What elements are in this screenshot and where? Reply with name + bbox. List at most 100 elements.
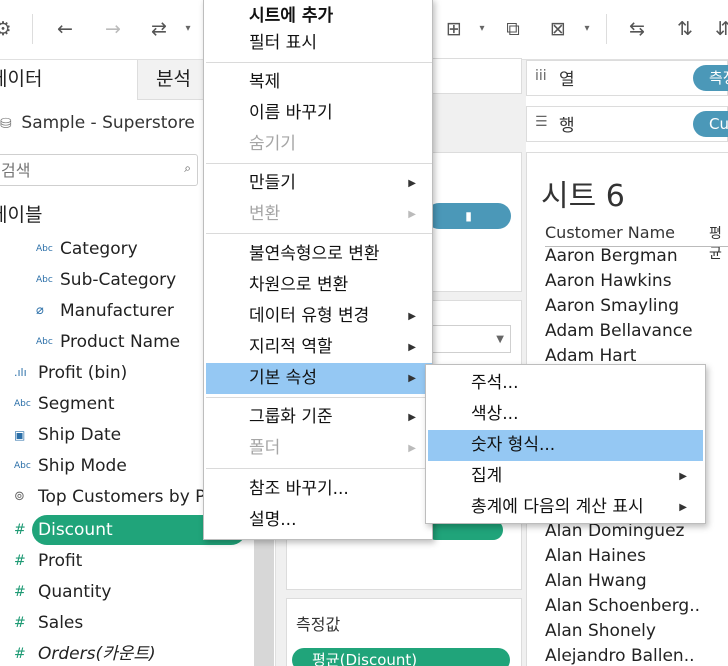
rows-shelf-label: 행	[559, 116, 575, 136]
replay-icon[interactable]: ⇄	[146, 16, 172, 42]
field-profit-bin[interactable]: .ılı Profit (bin)	[14, 359, 127, 387]
replay-dropdown-icon[interactable]: ▾	[182, 16, 194, 42]
menu-item-group-by[interactable]: 그룹화 기준 ▶	[206, 402, 432, 433]
rows-pill[interactable]: Customer Name	[693, 111, 728, 137]
field-profit[interactable]: # Profit	[14, 547, 82, 575]
sort-descending-icon[interactable]: ⇵	[710, 16, 728, 42]
field-category[interactable]: Abc Category	[36, 235, 138, 263]
tables-header: 테이블	[0, 204, 43, 226]
submenu-item-aggregation[interactable]: 집계 ▶	[428, 461, 703, 492]
number-icon: #	[14, 553, 26, 569]
string-icon: Abc	[36, 337, 53, 347]
string-icon: Abc	[14, 461, 31, 471]
number-icon: #	[14, 615, 26, 631]
calendar-icon: ▣	[14, 428, 26, 442]
table-row[interactable]: Aaron Smayling	[545, 294, 679, 319]
menu-item-convert-discrete[interactable]: 불연속형으로 변환	[206, 239, 432, 270]
search-icon: ⌕	[184, 161, 191, 175]
table-row[interactable]: Alan Shonely	[545, 619, 656, 644]
submenu-arrow-icon: ▶	[408, 209, 416, 220]
toolbar-separator	[32, 14, 33, 44]
sort-ascending-icon[interactable]: ⇅	[672, 16, 698, 42]
menu-separator	[206, 62, 432, 63]
submenu-arrow-icon: ▶	[408, 178, 416, 189]
datasource-item[interactable]: ⛁ Sample - Superstore	[0, 108, 195, 138]
menu-item-geographic-role[interactable]: 지리적 역할 ▶	[206, 332, 432, 363]
column-header-customer-name[interactable]: Customer Name	[545, 223, 675, 242]
number-icon: #	[14, 584, 26, 600]
search-field[interactable]: ⌕	[0, 154, 198, 186]
column-header-average[interactable]: 평균	[709, 223, 728, 263]
database-icon: ⛁	[0, 116, 12, 132]
measure-pill-avg-discount[interactable]: 평균(Discount)	[292, 648, 510, 666]
table-row[interactable]: Aaron Hawkins	[545, 269, 672, 294]
mark-type-dropdown[interactable]: ▼	[426, 325, 511, 353]
menu-separator	[206, 468, 432, 469]
chevron-down-icon: ▼	[496, 334, 504, 345]
menu-item-default-properties[interactable]: 기본 속성 ▶	[206, 363, 432, 394]
field-orders-count[interactable]: # Orders(카운트)	[14, 640, 156, 666]
columns-pill[interactable]: 측정값	[693, 65, 728, 91]
marks-dropdown-icon[interactable]: ▾	[476, 16, 488, 42]
table-row[interactable]: Adam Bellavance	[545, 319, 693, 344]
field-ship-mode[interactable]: Abc Ship Mode	[14, 452, 127, 480]
string-icon: Abc	[14, 399, 31, 409]
menu-item-transform: 변환 ▶	[206, 199, 432, 230]
field-sub-category[interactable]: Abc Sub-Category	[36, 266, 176, 294]
field-sales[interactable]: # Sales	[14, 609, 83, 637]
submenu-arrow-icon: ▶	[408, 311, 416, 322]
menu-item-show-filter[interactable]: 필터 표시	[206, 28, 432, 59]
menu-item-create[interactable]: 만들기 ▶	[206, 168, 432, 199]
add-marks-icon[interactable]: ⊞	[441, 16, 467, 42]
rows-shelf[interactable]: ☰ 행 Customer Name	[526, 106, 728, 142]
table-row[interactable]: Alan Schoenberg..	[545, 594, 700, 619]
field-product-name[interactable]: Abc Product Name	[36, 328, 180, 356]
field-top-customers[interactable]: ⊚Top Customers by Profit	[14, 483, 204, 511]
submenu-arrow-icon: ▶	[408, 373, 416, 384]
sheet-title: 시트 6	[541, 179, 625, 214]
clear-dropdown-icon[interactable]: ▾	[581, 16, 593, 42]
menu-item-convert-dimension[interactable]: 차원으로 변환	[206, 270, 432, 301]
swap-icon[interactable]: ⇆	[624, 16, 650, 42]
data-pane-scrollbar[interactable]	[254, 536, 274, 666]
submenu-item-color[interactable]: 색상...	[428, 399, 703, 430]
menu-item-rename[interactable]: 이름 바꾸기	[206, 98, 432, 129]
tab-data[interactable]: 데이터	[0, 60, 137, 100]
search-input[interactable]	[0, 155, 167, 185]
submenu-item-comment[interactable]: 주석...	[428, 368, 703, 399]
submenu-item-number-format[interactable]: 숫자 형식...	[428, 430, 703, 461]
table-row[interactable]: Alan Hwang	[545, 569, 647, 594]
menu-item-replace-references[interactable]: 참조 바꾸기...	[206, 474, 432, 505]
duplicate-icon[interactable]: ⧉	[500, 16, 526, 42]
columns-shelf[interactable]: iii 열 측정값	[526, 60, 728, 96]
rows-icon: ☰	[535, 114, 548, 130]
measure-values-header: 측정값	[296, 615, 341, 634]
set-icon: ⊚	[14, 489, 25, 504]
menu-item-hide: 숨기기	[249, 134, 296, 154]
field-ship-date[interactable]: ▣ Ship Date	[14, 421, 121, 449]
field-segment[interactable]: Abc Segment	[14, 390, 115, 418]
string-icon: Abc	[36, 244, 53, 254]
field-discount[interactable]: # Discount	[14, 516, 113, 544]
menu-item-duplicate[interactable]: 복제	[206, 67, 432, 98]
menu-item-describe[interactable]: 설명...	[206, 505, 432, 536]
submenu-arrow-icon: ▶	[679, 502, 687, 513]
string-icon: Abc	[36, 275, 53, 285]
datasource-label: Sample - Superstore	[21, 113, 195, 133]
undo-icon[interactable]: ←	[52, 16, 78, 42]
filter-pill[interactable]: ▮	[426, 203, 511, 229]
clear-sheet-icon[interactable]: ⊠	[545, 16, 571, 42]
number-icon: #	[14, 522, 26, 538]
table-row[interactable]: Alan Haines	[545, 544, 646, 569]
table-row[interactable]: Alejandro Ballen..	[545, 644, 695, 666]
paperclip-icon: ⌀	[36, 303, 44, 318]
redo-icon[interactable]: →	[100, 16, 126, 42]
submenu-arrow-icon: ▶	[679, 471, 687, 482]
table-row[interactable]: Aaron Bergman	[545, 244, 678, 269]
data-source-icon[interactable]: ⚙	[0, 16, 16, 42]
field-quantity[interactable]: # Quantity	[14, 578, 111, 606]
field-manufacturer[interactable]: ⌀ Manufacturer	[36, 297, 174, 325]
submenu-item-total-using[interactable]: 총계에 다음의 계산 표시 ▶	[428, 492, 703, 523]
menu-item-change-data-type[interactable]: 데이터 유형 변경 ▶	[206, 301, 432, 332]
menu-separator	[206, 233, 432, 234]
